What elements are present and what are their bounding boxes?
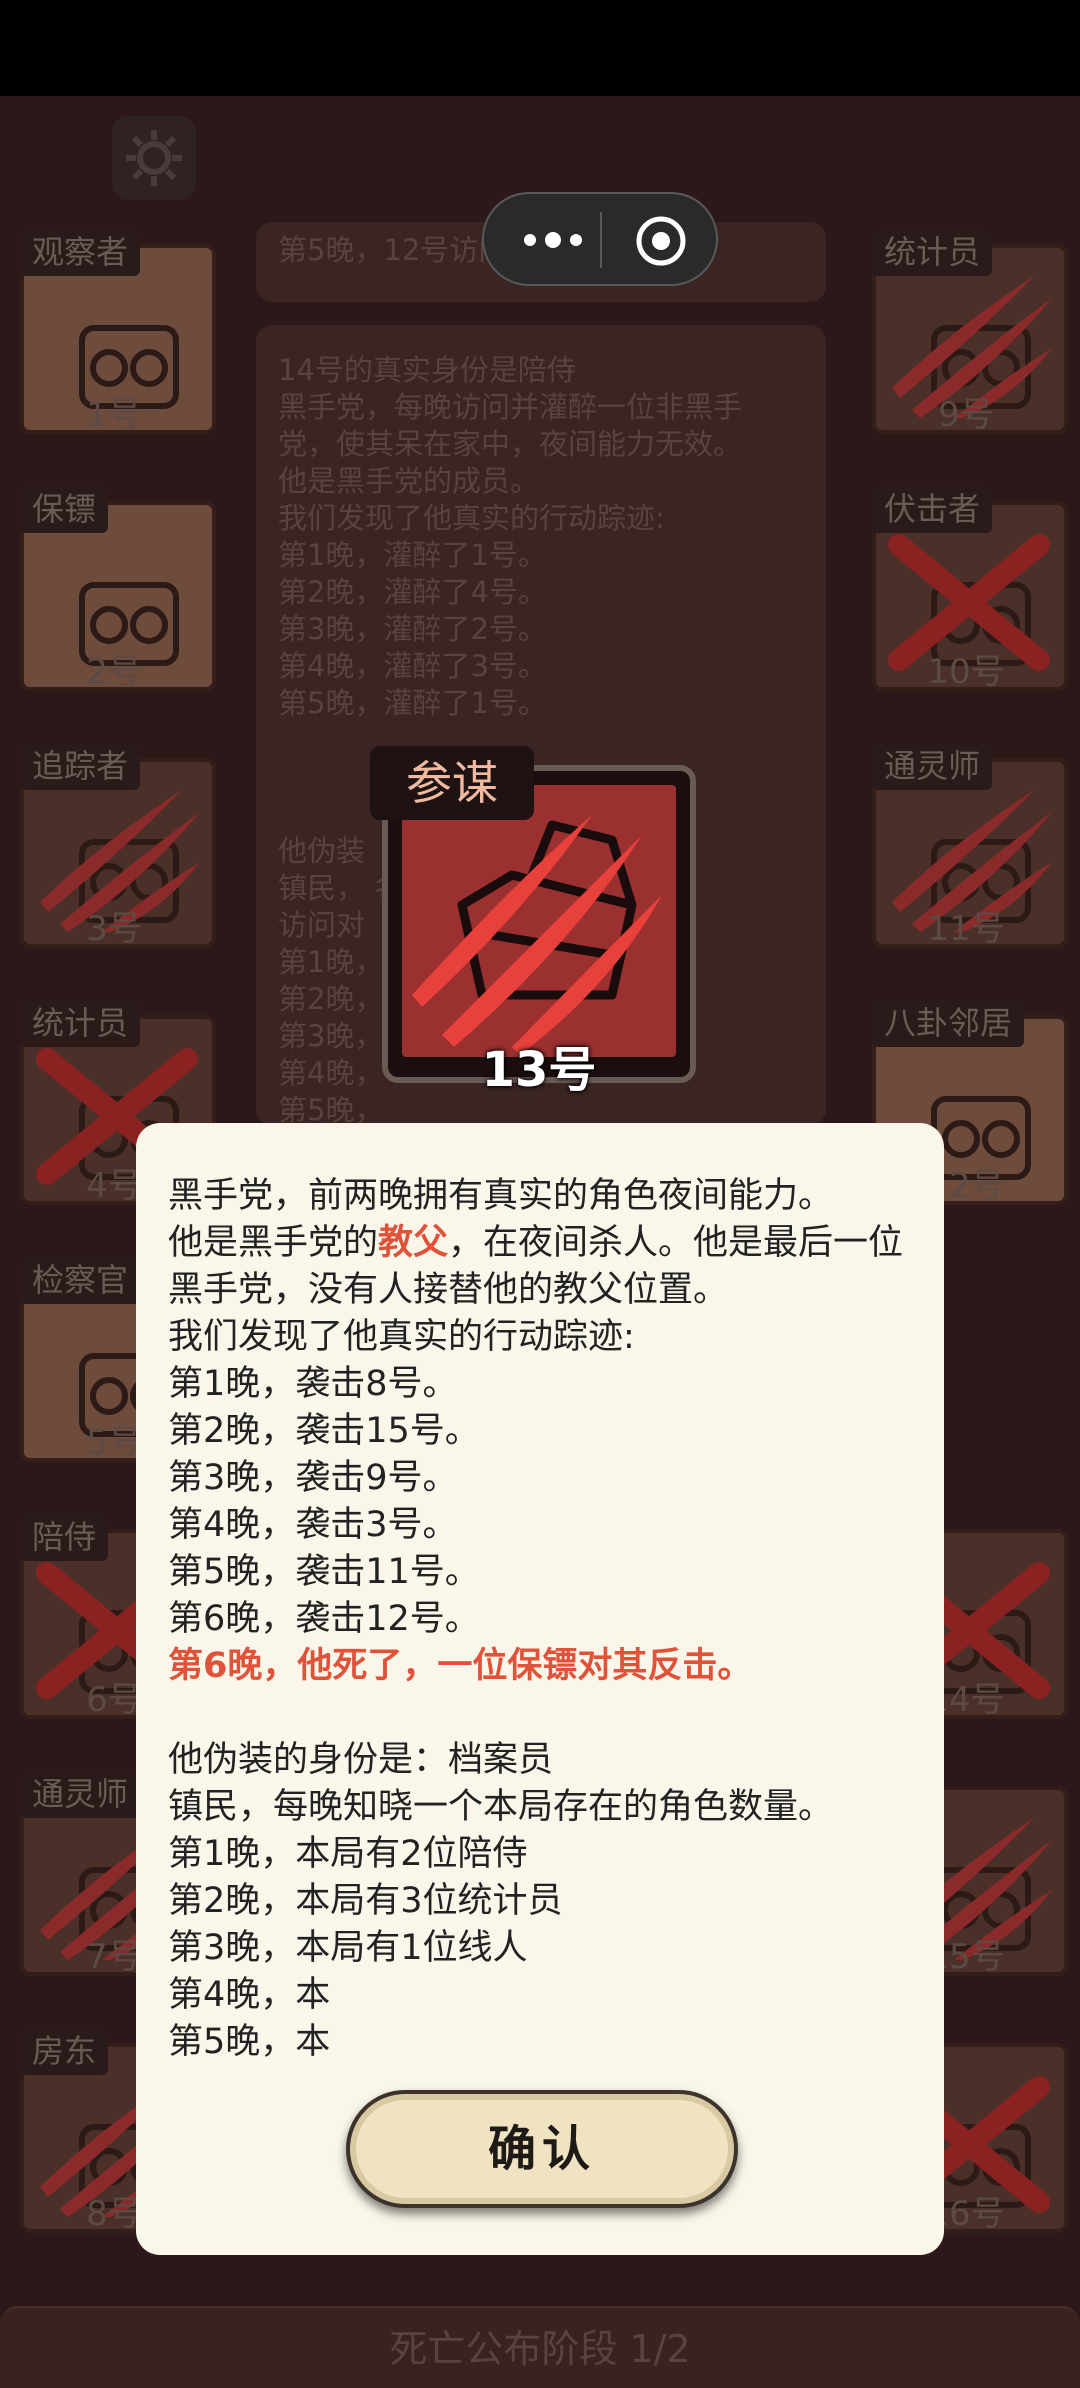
trace-heading: 我们发现了他真实的行动踪迹: xyxy=(168,1317,635,1357)
player-role-label: 通灵师 xyxy=(872,742,993,790)
player-number: 3号 xyxy=(86,909,142,949)
disguise-night-item: 第1晚，本局有2位陪侍 xyxy=(168,1834,528,1874)
player-role-label: 检察官 xyxy=(20,1256,141,1304)
role-description: 黑手党，前两晚拥有真实的角色夜间能力。 xyxy=(168,1176,834,1216)
night-trace-item: 第2晚，袭击15号。 xyxy=(168,1411,480,1451)
player-number: 11号 xyxy=(927,909,1005,949)
player-card-2号[interactable]: 保镖 2号 xyxy=(12,485,216,692)
night-trace-item: 第6晚，袭击12号。 xyxy=(168,1599,480,1639)
disguise-night-list: 第1晚，本局有2位陪侍 第2晚，本局有3位统计员 第3晚，本局有1位线人 第4晚，本第… xyxy=(168,1831,918,2066)
disguise-night-item: 第4晚，本 xyxy=(168,1975,331,2015)
featured-role-art xyxy=(402,785,676,1057)
featured-player-number: 13号 xyxy=(481,1042,597,1098)
player-number: 2号 xyxy=(86,652,142,692)
player-role-label: 房东 xyxy=(20,2027,109,2075)
player-number: 1号 xyxy=(86,395,142,435)
mini-program-capsule xyxy=(482,192,718,286)
capsule-divider xyxy=(600,212,602,268)
player-role-label: 统计员 xyxy=(20,999,141,1047)
player-number: 9号 xyxy=(938,395,994,435)
settings-gear-icon[interactable] xyxy=(112,116,196,200)
phase-bar: 死亡公布阶段 1/2 xyxy=(0,2306,1080,2388)
night-trace-item: 第3晚，袭击9号。 xyxy=(168,1458,458,1498)
player-role-label: 保镖 xyxy=(20,485,109,533)
disguise-title: 他伪装的身份是：档案员 xyxy=(168,1740,554,1780)
featured-role-tag: 参谋 xyxy=(370,746,534,820)
player-role-label: 八卦邻居 xyxy=(872,999,1025,1047)
night-trace-item: 第4晚，袭击3号。 xyxy=(168,1505,458,1545)
dialog-content: 黑手党，前两晚拥有真实的角色夜间能力。 他是黑手党的教父，在夜间杀人。他是最后一… xyxy=(168,1173,918,2066)
role-mission: 他是黑手党的教父，在夜间杀人。他是最后一位黑手党，没有人接替他的教父位置。 xyxy=(168,1220,918,1314)
record-circle-icon[interactable] xyxy=(634,214,688,268)
confirm-button[interactable]: 确认 xyxy=(346,2090,738,2208)
disguise-night-item: 第2晚，本局有3位统计员 xyxy=(168,1881,563,1921)
night-trace-item: 第1晚，袭击8号。 xyxy=(168,1364,458,1404)
player-role-label: 观察者 xyxy=(20,228,141,276)
player-card-1号[interactable]: 观察者 1号 xyxy=(12,228,216,435)
player-role-label: 通灵师 xyxy=(20,1770,141,1818)
night-trace-list: 第1晚，袭击8号。 第2晚，袭击15号。 第3晚，袭击9号。 第4晚，袭击3号。 第5晚… xyxy=(168,1361,918,1643)
player-role-label: 统计员 xyxy=(872,228,993,276)
player-card-10号[interactable]: 伏击者 10号 xyxy=(864,485,1068,692)
player-role-label: 陪侍 xyxy=(20,1513,109,1561)
disguise-night-item: 第5晚，本 xyxy=(168,2022,331,2062)
status-bar xyxy=(0,0,1080,96)
role-reveal-dialog: 黑手党，前两晚拥有真实的角色夜间能力。 他是黑手党的教父，在夜间杀人。他是最后一… xyxy=(136,1123,944,2255)
disguise-night-item: 第3晚，本局有1位线人 xyxy=(168,1928,528,1968)
night-trace-item: 第5晚，袭击11号。 xyxy=(168,1552,480,1592)
player-card-11号[interactable]: 通灵师 11号 xyxy=(864,742,1068,949)
player-card-9号[interactable]: 统计员 9号 xyxy=(864,228,1068,435)
mission-prefix: 他是黑手党的 xyxy=(168,1223,379,1263)
mission-highlight: 教父 xyxy=(378,1223,449,1263)
more-dots-icon[interactable] xyxy=(518,222,588,258)
log-block-1: 14号的真实身份是陪侍 黑手党，每晚访问并灌醉一位非黑手党，使其呆在家中，夜间能… xyxy=(278,353,743,720)
phase-label: 死亡公布阶段 1/2 xyxy=(389,2327,691,2371)
briefcase-slashed-icon xyxy=(412,815,662,1055)
death-notice: 第6晚，他死了，一位保镖对其反击。 xyxy=(168,1646,753,1686)
player-number: 10号 xyxy=(927,652,1005,692)
player-card-3号[interactable]: 追踪者 3号 xyxy=(12,742,216,949)
player-role-label: 伏击者 xyxy=(872,485,993,533)
disguise-description: 镇民，每晚知晓一个本局存在的角色数量。 xyxy=(168,1787,834,1827)
player-role-label: 追踪者 xyxy=(20,742,141,790)
game-screen: 第5晚，12号访问了11号 14号的真实身份是陪侍 黑手党，每晚访问并灌醉一位非… xyxy=(0,0,1080,2388)
